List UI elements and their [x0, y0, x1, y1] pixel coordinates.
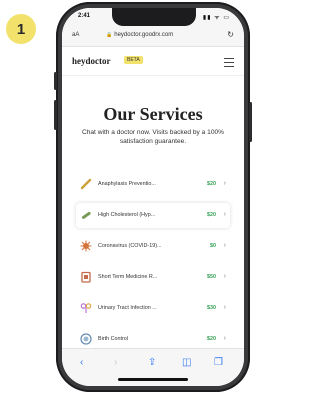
service-price: $20	[207, 212, 216, 218]
forward-icon[interactable]: ›	[114, 357, 117, 368]
url-display[interactable]: 🔒 heydoctor.goodrx.com	[106, 32, 173, 38]
chevron-right-icon: ›	[223, 211, 226, 218]
birth-control-icon	[80, 333, 92, 345]
pill-bottle-icon	[81, 211, 91, 219]
service-item[interactable]: High Cholesterol (Hyp... $20 ›	[76, 203, 230, 228]
beta-badge: BETA	[124, 56, 143, 64]
chevron-right-icon: ›	[223, 180, 226, 187]
services-list: Anaphylaxis Preventio... $20 › High Chol…	[76, 172, 230, 358]
browser-address-bar[interactable]: aA 🔒 heydoctor.goodrx.com ↻	[62, 26, 244, 47]
service-name: High Cholesterol (Hyp...	[98, 212, 156, 218]
service-item[interactable]: Coronavirus (COVID-19)... $0 ›	[76, 234, 230, 259]
url-text: heydoctor.goodrx.com	[114, 32, 174, 38]
phone-frame: 2:41 ▮▮ ᯤ ▭ aA 🔒 heydoctor.goodrx.com ↻ h…	[54, 2, 252, 392]
service-price: $30	[207, 305, 216, 311]
service-name: Birth Control	[98, 336, 128, 342]
page-subtitle: Chat with a doctor now. Visits backed by…	[81, 129, 225, 145]
service-item[interactable]: Anaphylaxis Preventio... $20 ›	[76, 172, 230, 197]
site-logo[interactable]: heydoctor	[72, 56, 111, 66]
text-size-button[interactable]: aA	[72, 32, 79, 38]
service-name: Anaphylaxis Preventio...	[98, 181, 156, 187]
chevron-right-icon: ›	[223, 335, 226, 342]
phone-side-button	[249, 102, 252, 142]
phone-side-button	[54, 100, 57, 130]
reload-icon[interactable]: ↻	[227, 30, 234, 39]
bookmarks-icon[interactable]: ◫	[182, 357, 191, 368]
phone-side-button	[54, 72, 57, 90]
chevron-right-icon: ›	[223, 304, 226, 311]
service-name: Coronavirus (COVID-19)...	[98, 243, 162, 249]
service-price: $20	[207, 336, 216, 342]
status-icons: ▮▮ ᯤ ▭	[202, 15, 230, 21]
service-item[interactable]: Short Term Medicine R... $50 ›	[76, 265, 230, 290]
virus-icon	[80, 240, 92, 252]
chevron-right-icon: ›	[223, 273, 226, 280]
service-price: $0	[210, 243, 216, 249]
service-name: Urinary Tract Infection ...	[98, 305, 157, 311]
status-time: 2:41	[78, 13, 91, 19]
medicine-box-icon	[81, 271, 91, 283]
service-price: $50	[207, 274, 216, 280]
epipen-icon	[80, 178, 92, 190]
home-indicator[interactable]	[118, 378, 188, 381]
chevron-right-icon: ›	[223, 242, 226, 249]
step-number-badge: 1	[6, 14, 36, 44]
hamburger-icon[interactable]	[224, 58, 234, 67]
share-icon[interactable]: ⇪	[148, 357, 156, 368]
lock-icon: 🔒	[106, 32, 113, 38]
uti-icon	[80, 303, 92, 313]
status-bar: 2:41 ▮▮ ᯤ ▭	[62, 8, 244, 26]
back-icon[interactable]: ‹	[80, 357, 83, 368]
page-title: Our Services	[103, 104, 203, 124]
phone-notch	[112, 8, 196, 26]
service-item[interactable]: Urinary Tract Infection ... $30 ›	[76, 296, 230, 321]
service-price: $20	[207, 181, 216, 187]
service-name: Short Term Medicine R...	[98, 274, 158, 280]
site-header: heydoctor BETA	[62, 47, 244, 76]
phone-screen: 2:41 ▮▮ ᯤ ▭ aA 🔒 heydoctor.goodrx.com ↻ h…	[62, 8, 244, 386]
tabs-icon[interactable]: ❐	[214, 357, 223, 368]
